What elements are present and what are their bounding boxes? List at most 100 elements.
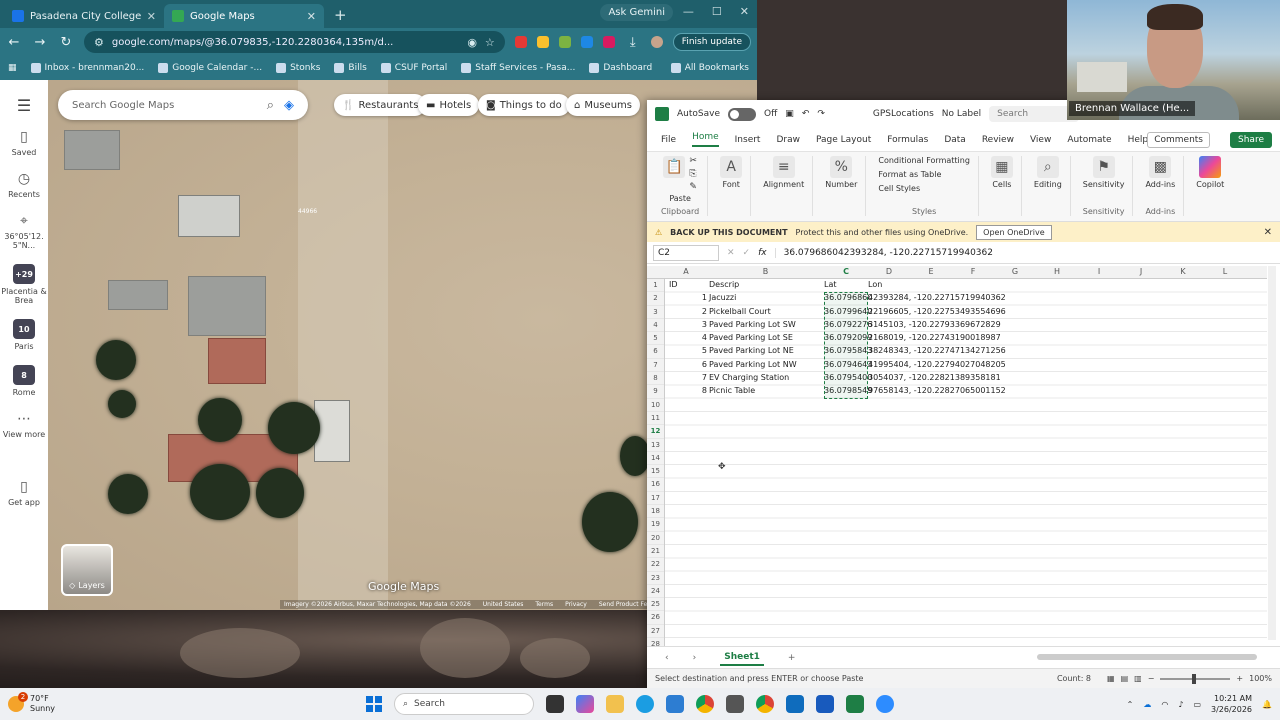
column-header[interactable]: C [824,267,868,276]
download-icon[interactable]: ⤓ [625,35,641,50]
taskbar-search[interactable]: ⌕ Search [394,693,534,715]
rail-coordinates[interactable]: ⌖ 36°05'12. 5"N... [0,213,48,250]
column-header[interactable]: D [868,267,910,276]
cells-group[interactable]: ▦ Cells [983,156,1022,216]
cell[interactable]: 2168019, -120.22743190018987 [868,333,1001,342]
profile-avatar[interactable] [650,36,663,48]
tab-draw[interactable]: Draw [776,135,800,145]
empty-row[interactable] [665,558,1267,571]
font-group[interactable]: A Font [712,156,752,216]
row-header[interactable]: 22 [647,558,664,572]
weather-widget[interactable]: 2 70°F Sunny [8,692,308,714]
wifi-icon[interactable]: ◠ [1161,700,1168,709]
back-icon[interactable]: ← [6,35,22,50]
zoom-level[interactable]: 100% [1249,674,1272,683]
cell[interactable]: EV Charging Station [709,373,789,382]
cell[interactable]: 97658143, -120.22827065001152 [868,386,1006,395]
tab-page-layout[interactable]: Page Layout [816,135,871,145]
cell-styles-button[interactable]: Cell Styles [878,184,970,193]
cell[interactable]: 5 [683,346,707,355]
empty-row[interactable] [665,532,1267,545]
cell[interactable]: 4 [683,333,707,342]
site-info-icon[interactable]: ⚙ [94,36,104,49]
empty-row[interactable] [665,518,1267,531]
row-header[interactable]: 23 [647,572,664,585]
word-icon[interactable] [816,695,834,713]
close-window-icon[interactable]: ✕ [740,5,749,18]
column-header[interactable]: I [1078,267,1120,276]
excel-icon[interactable] [846,695,864,713]
search-icon[interactable]: ⌕ [267,98,274,113]
row-header[interactable]: 10 [647,399,664,412]
cell[interactable]: 3 [683,320,707,329]
column-header[interactable]: F [952,267,994,276]
row-header[interactable]: 19 [647,518,664,532]
add-sheet-icon[interactable]: + [788,653,796,663]
menu-icon[interactable]: ☰ [17,96,31,115]
chip-museums[interactable]: ⌂ Museums [566,94,640,116]
redo-icon[interactable]: ↷ [817,109,825,119]
empty-row[interactable] [665,611,1267,624]
cell[interactable]: 2 [683,307,707,316]
cell[interactable]: Paved Parking Lot SW [709,320,796,329]
row-header[interactable]: 6 [647,345,664,359]
row-header[interactable]: 20 [647,532,664,545]
empty-row[interactable] [665,465,1267,478]
row-header[interactable]: 17 [647,492,664,506]
forward-icon[interactable]: → [32,35,48,50]
bookmark-item[interactable]: Inbox - brennman20... [30,63,144,73]
paste-label[interactable]: Paste [669,194,691,203]
tab-insert[interactable]: Insert [735,135,761,145]
tab-review[interactable]: Review [982,135,1014,145]
cell[interactable]: Jacuzzi [709,293,736,302]
addins-group[interactable]: ▩ Add-ins Add-ins [1137,156,1185,216]
vertical-scrollbar[interactable] [1268,266,1276,640]
copilot-icon[interactable] [576,695,594,713]
ask-gemini-button[interactable]: Ask Gemini [600,4,673,21]
horizontal-scrollbar[interactable] [1037,654,1257,660]
cell[interactable]: 42393284, -120.22715719940362 [868,293,1006,302]
tab-data[interactable]: Data [944,135,966,145]
reload-icon[interactable]: ↻ [58,35,74,50]
cell[interactable]: Lat [824,280,837,289]
row-header[interactable]: 13 [647,439,664,452]
copy-icon[interactable]: ⎘ [689,169,697,179]
column-header[interactable]: K [1162,267,1204,276]
minimize-icon[interactable]: — [683,5,694,18]
row-header[interactable]: 27 [647,625,664,639]
tab-file[interactable]: File [661,135,676,145]
close-icon[interactable]: ✕ [147,10,156,23]
row-header[interactable]: 8 [647,372,664,386]
formula-input[interactable]: 36.079686042393284, -120.22715719940362 [774,247,1274,258]
empty-row[interactable] [665,545,1267,558]
sheet-tab[interactable]: Sheet1 [720,650,764,666]
chip-hotels[interactable]: ▬ Hotels [418,94,480,116]
rail-view-more[interactable]: ⋯ View more [3,411,45,439]
page-layout-icon[interactable]: ▤ [1121,674,1129,683]
share-button[interactable]: Share [1230,131,1272,148]
new-tab-icon[interactable]: + [324,6,357,28]
maximize-icon[interactable]: ☐ [712,5,722,18]
empty-row[interactable] [665,505,1267,518]
row-header[interactable]: 21 [647,545,664,559]
next-sheet-icon[interactable]: › [693,653,697,663]
row-header[interactable]: 15 [647,465,664,479]
column-header[interactable]: A [665,267,707,276]
search-input[interactable]: Search Google Maps [72,100,257,111]
cell[interactable]: Paved Parking Lot NW [709,360,797,369]
rail-get-app[interactable]: ▯ Get app [8,479,40,507]
row-header[interactable]: 1 [647,279,664,293]
task-view-icon[interactable] [546,695,564,713]
maps-search-box[interactable]: Search Google Maps ⌕ ◈ [58,90,308,120]
cell[interactable]: Paved Parking Lot SE [709,333,793,342]
rail-saved[interactable]: ▯ Saved [12,129,37,157]
row-header[interactable]: 28 [647,638,664,646]
cell[interactable]: 38248343, -120.22747134271256 [868,346,1006,355]
prev-sheet-icon[interactable]: ‹ [665,653,669,663]
close-icon[interactable]: ✕ [307,10,316,23]
onedrive-icon[interactable]: ☁ [1143,700,1151,709]
cell[interactable]: 7 [683,373,707,382]
row-header[interactable]: 4 [647,319,664,333]
row-header[interactable]: 16 [647,478,664,492]
tab-help[interactable]: Help [1128,135,1149,145]
